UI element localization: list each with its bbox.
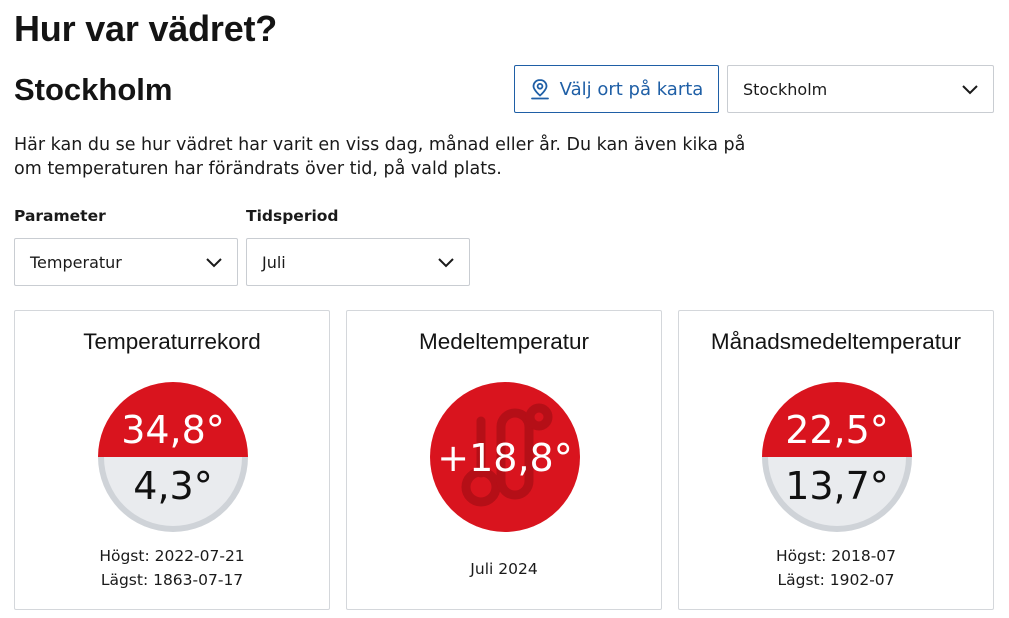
card-title: Temperaturrekord [83, 329, 261, 354]
card-title: Månadsmedeltemperatur [710, 329, 962, 354]
period-select-value: Juli [262, 252, 286, 272]
intro-text: Här kan du se hur vädret har varit en vi… [14, 135, 746, 179]
map-pin-icon [530, 78, 550, 100]
mean-value: +18,8° [437, 436, 572, 480]
chevron-down-icon [437, 256, 455, 268]
record-low-date: Lägst: 1863-07-17 [100, 571, 244, 589]
city-select[interactable]: Stockholm [727, 65, 994, 113]
card-title: Medeltemperatur [418, 329, 590, 354]
record-dial: 34,8° 4,3° [98, 382, 248, 532]
monthly-low-value: 13,7° [785, 464, 889, 508]
temperature-record-card: Temperaturrekord 34,8° 4,3° Högst: 2022-… [14, 310, 330, 610]
mean-dial: +18,8° [430, 382, 580, 532]
monthly-dial: 22,5° 13,7° [762, 382, 912, 532]
monthly-high-date: Högst: 2018-07 [775, 547, 897, 565]
city-select-value: Stockholm [743, 79, 828, 99]
monthly-mean-temperature-card: Månadsmedeltemperatur 22,5° 13,7° Högst:… [678, 310, 994, 610]
period-select[interactable]: Juli [246, 238, 470, 286]
parameter-select-value: Temperatur [30, 252, 122, 272]
record-high-date: Högst: 2022-07-21 [99, 547, 245, 565]
map-button-label: Välj ort på karta [559, 78, 704, 100]
period-label: Tidsperiod [246, 207, 339, 225]
record-low-value: 4,3° [133, 464, 212, 508]
monthly-high-value: 22,5° [785, 408, 889, 452]
city-title: Stockholm [14, 72, 173, 107]
parameter-label: Parameter [14, 207, 106, 225]
choose-place-on-map-button[interactable]: Välj ort på karta [514, 65, 719, 113]
mean-temperature-card: Medeltemperatur +18,8° Juli 2024 [346, 310, 662, 610]
record-high-value: 34,8° [121, 408, 225, 452]
chevron-down-icon [961, 83, 979, 95]
chevron-down-icon [205, 256, 223, 268]
page-title: Hur var vädret? [14, 8, 278, 49]
mean-caption: Juli 2024 [470, 560, 538, 578]
monthly-low-date: Lägst: 1902-07 [777, 571, 895, 589]
parameter-select[interactable]: Temperatur [14, 238, 238, 286]
